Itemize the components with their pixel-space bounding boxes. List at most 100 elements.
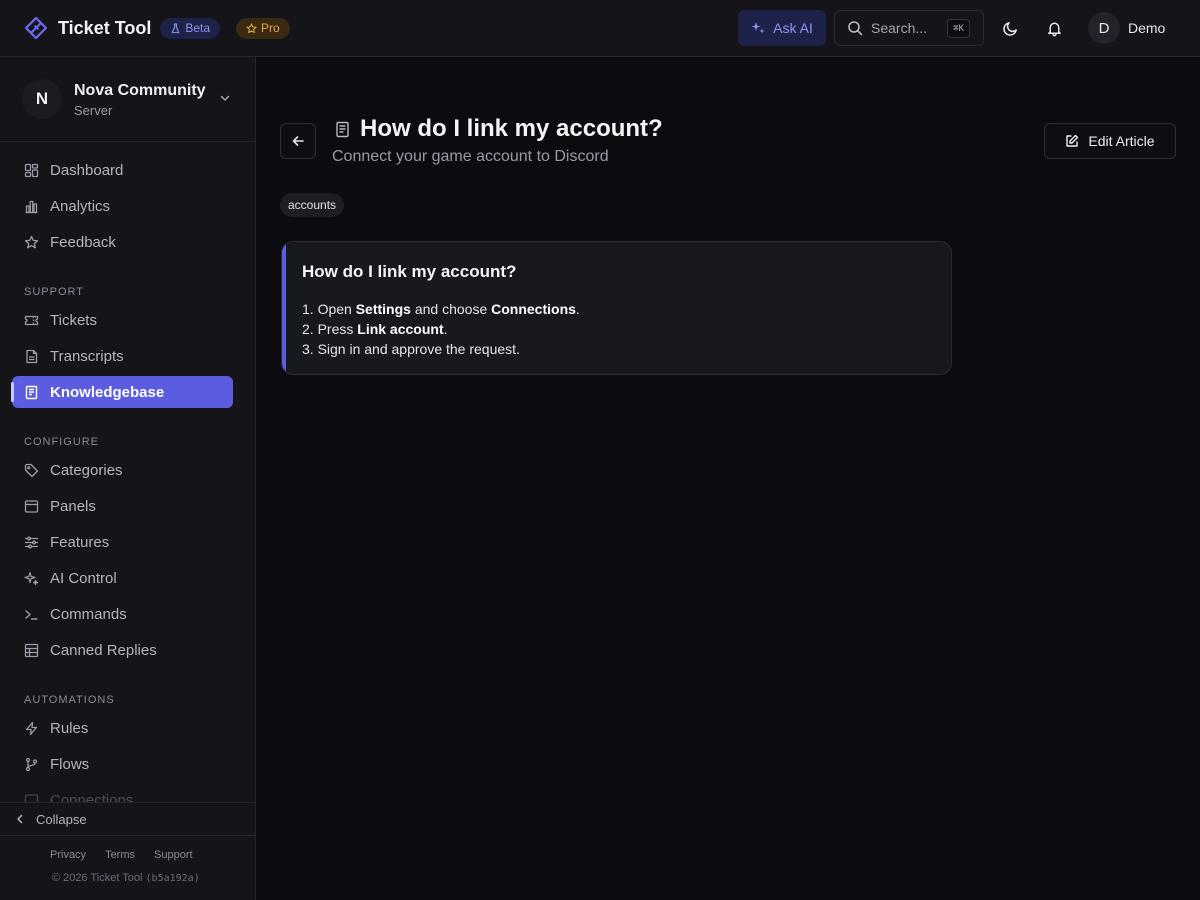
search-shortcut: ⌘K <box>947 19 970 38</box>
card-title: How do I link my account? <box>302 262 517 281</box>
step-number: 2. <box>302 321 314 337</box>
sidebar-item-features[interactable]: Features <box>12 526 233 558</box>
sliders-icon <box>24 535 39 550</box>
server-type: Server <box>74 103 113 118</box>
page-title: How do I link my account? <box>360 115 663 142</box>
step-item: 3. Sign in and approve the request. <box>302 339 580 359</box>
step-emphasis: Connections <box>491 301 576 317</box>
dashboard-icon <box>24 163 39 178</box>
sidebar-item-label: Knowledgebase <box>50 383 165 401</box>
chevron-down-icon <box>218 91 232 105</box>
server-avatar: N <box>22 79 62 119</box>
edit-icon <box>1065 134 1088 148</box>
build-hash: (b5a192a) <box>145 873 200 884</box>
sidebar-item-ai-control[interactable]: AI Control <box>12 562 233 594</box>
sidebar-item-categories[interactable]: Categories <box>12 454 233 486</box>
brand[interactable]: Ticket Tool <box>0 16 151 40</box>
server-name: Nova Community <box>74 82 206 99</box>
sidebar-item-label: Features <box>50 533 110 551</box>
sidebar-item-commands[interactable]: Commands <box>12 598 233 630</box>
sidebar-item-label: Transcripts <box>50 347 124 365</box>
step-item: 1. Open Settings and choose Connections. <box>302 299 580 319</box>
bolt-icon <box>24 721 39 736</box>
sidebar-item-dashboard[interactable]: Dashboard <box>12 154 233 186</box>
ask-ai-label: Ask AI <box>773 20 813 36</box>
sparkles-icon <box>751 21 765 35</box>
step-text: . <box>443 321 448 337</box>
edit-article-label: Edit Article <box>1088 133 1155 149</box>
moon-icon <box>1002 20 1019 37</box>
file-text-icon <box>24 349 39 364</box>
user-menu[interactable]: D Demo <box>1088 12 1165 44</box>
sidebar: N Nova Community Server Dashboard Analyt… <box>0 57 256 900</box>
sidebar-item-knowledgebase[interactable]: Knowledgebase <box>11 376 233 408</box>
back-button[interactable] <box>280 123 316 159</box>
ticket-icon <box>24 313 39 328</box>
panel-icon <box>24 499 39 514</box>
edit-article-button[interactable]: Edit Article <box>1044 123 1176 159</box>
git-branch-icon <box>24 757 39 772</box>
sparkles-icon <box>24 571 39 586</box>
beta-badge: Beta <box>160 17 221 39</box>
list-icon <box>24 643 39 658</box>
bell-icon <box>1046 20 1063 37</box>
user-name: Demo <box>1128 20 1166 36</box>
sidebar-item-tickets[interactable]: Tickets <box>12 304 233 336</box>
search-icon <box>847 20 863 36</box>
steps-list: 1. Open Settings and choose Connections.… <box>302 299 580 359</box>
step-number: 3. <box>302 341 314 357</box>
theme-toggle-button[interactable] <box>996 14 1024 42</box>
sidebar-item-analytics[interactable]: Analytics <box>12 190 233 222</box>
ticket-tool-logo-icon <box>24 16 48 40</box>
step-text: Sign in and approve the request. <box>313 341 520 357</box>
step-emphasis: Settings <box>355 301 411 317</box>
sidebar-nav: Dashboard Analytics Feedback SUPPORT Tic… <box>0 142 255 802</box>
sidebar-item-label: AI Control <box>50 569 117 587</box>
sidebar-item-feedback[interactable]: Feedback <box>12 226 233 258</box>
sidebar-item-rules[interactable]: Rules <box>12 712 233 744</box>
copyright-text: © 2026 Ticket Tool <box>52 872 143 884</box>
sidebar-item-flows[interactable]: Flows <box>12 748 233 780</box>
sidebar-item-label: Tickets <box>50 311 97 329</box>
bar-chart-icon <box>24 199 39 214</box>
sidebar-item-label: Dashboard <box>50 161 124 179</box>
sidebar-item-label: Flows <box>50 755 90 773</box>
sidebar-item-transcripts[interactable]: Transcripts <box>12 340 233 372</box>
sidebar-item-label: Rules <box>50 719 89 737</box>
server-switcher[interactable]: N Nova Community Server <box>0 57 255 142</box>
sidebar-item-panels[interactable]: Panels <box>12 490 233 522</box>
collapse-label: Collapse <box>36 811 87 827</box>
article-content-card: How do I link my account? 1. Open Settin… <box>281 241 952 375</box>
step-emphasis: Link account <box>357 321 444 337</box>
notifications-button[interactable] <box>1040 14 1068 42</box>
top-bar: Ticket Tool Beta Pro Ask AI Search... ⌘K <box>0 0 1200 57</box>
step-text: and choose <box>410 301 492 317</box>
collapse-sidebar-button[interactable]: Collapse <box>0 802 255 836</box>
star-icon <box>24 235 39 250</box>
tag-icon <box>24 463 39 478</box>
link-icon <box>24 793 39 802</box>
pro-label: Pro <box>261 21 280 35</box>
terminal-icon <box>24 607 39 622</box>
sidebar-item-label: Categories <box>50 461 123 479</box>
sidebar-item-connections[interactable]: Connections <box>12 784 233 802</box>
search-box[interactable]: Search... ⌘K <box>834 10 984 46</box>
support-link[interactable]: Support <box>154 849 193 861</box>
privacy-link[interactable]: Privacy <box>50 849 86 861</box>
page-subtitle: Connect your game account to Discord <box>332 148 609 165</box>
terms-link[interactable]: Terms <box>105 849 135 861</box>
step-item: 2. Press Link account. <box>302 319 580 339</box>
sidebar-item-canned-replies[interactable]: Canned Replies <box>12 634 233 666</box>
step-text: . <box>575 301 580 317</box>
sidebar-item-label: Commands <box>50 605 127 623</box>
ask-ai-button[interactable]: Ask AI <box>738 10 826 46</box>
sidebar-item-label: Panels <box>50 497 96 515</box>
star-icon <box>246 22 257 34</box>
arrow-left-icon <box>291 134 305 148</box>
book-icon <box>24 385 39 400</box>
book-icon <box>334 121 351 138</box>
article-tag: accounts <box>280 193 345 217</box>
avatar: D <box>1088 12 1120 44</box>
article-view: How do I link my account? Connect your g… <box>256 57 1200 900</box>
sidebar-item-label: Connections <box>50 791 134 803</box>
